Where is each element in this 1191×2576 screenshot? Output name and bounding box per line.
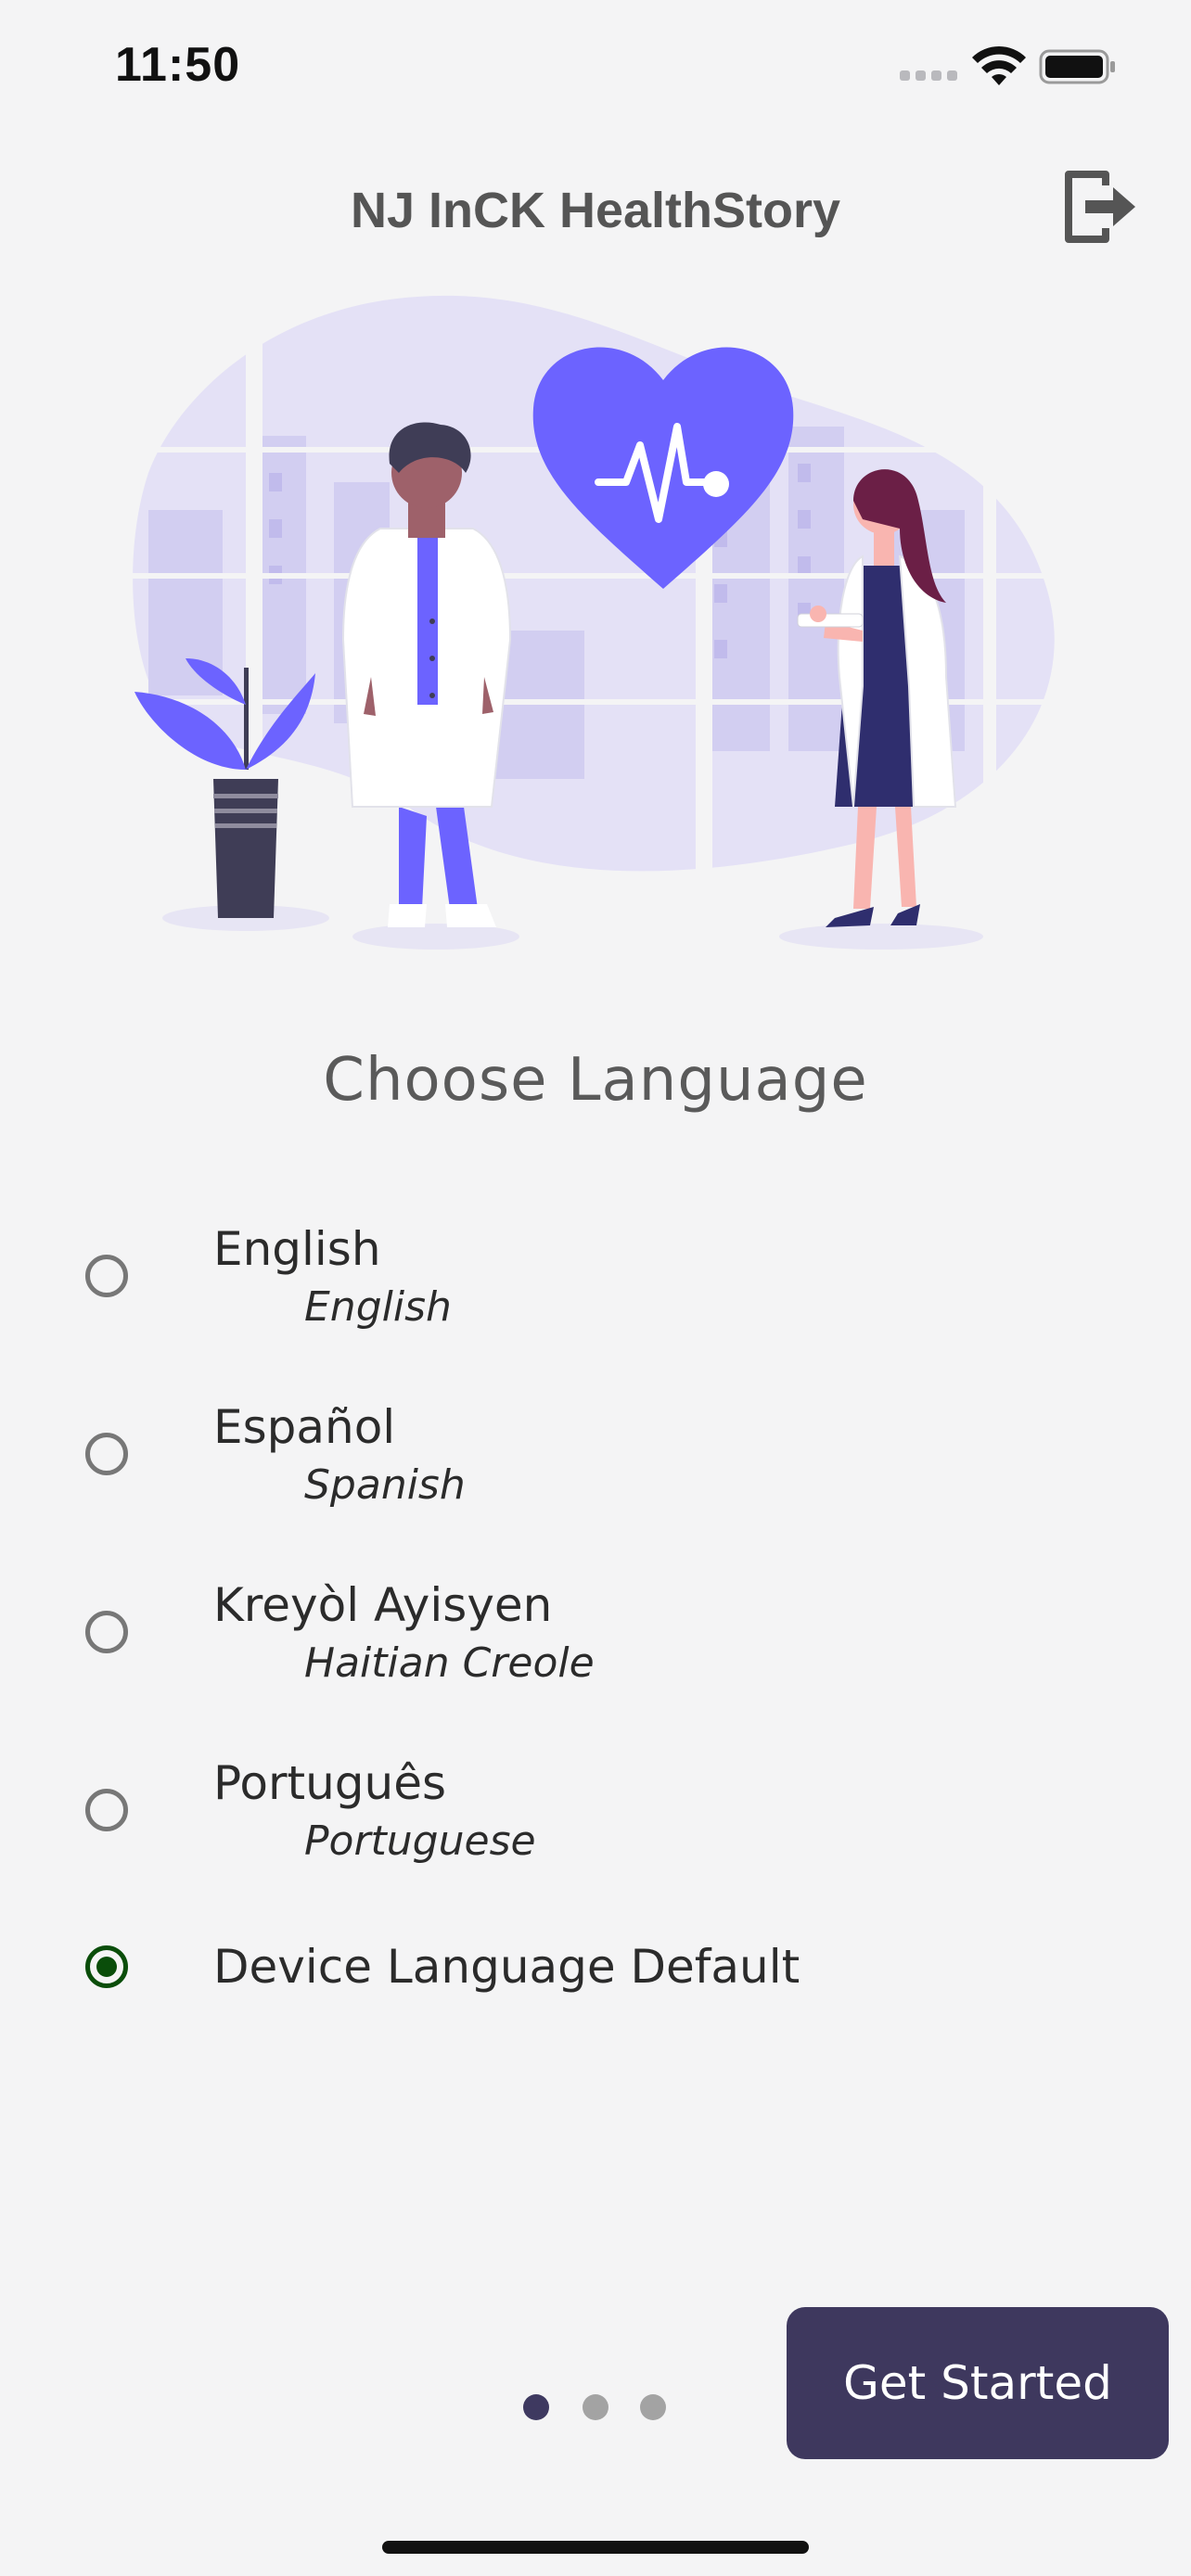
language-option-kreyol[interactable]: Kreyòl Ayisyen Haitian Creole bbox=[65, 1571, 1122, 1710]
language-name: English bbox=[213, 1222, 381, 1276]
app-title: NJ InCK HealthStory bbox=[350, 183, 841, 238]
home-indicator bbox=[382, 2541, 809, 2554]
pager-dot-active bbox=[523, 2394, 549, 2420]
language-option-portugues[interactable]: Português Portuguese bbox=[65, 1749, 1122, 1888]
language-option-english[interactable]: English English bbox=[65, 1215, 1122, 1354]
doctors-heart-illustration bbox=[121, 287, 1076, 955]
language-subtitle: Portuguese bbox=[304, 1817, 536, 1865]
logout-icon bbox=[1065, 171, 1135, 243]
language-subtitle: Haitian Creole bbox=[304, 1639, 595, 1687]
status-time: 11:50 bbox=[115, 38, 241, 92]
radio-button[interactable] bbox=[85, 1789, 128, 1831]
radio-button[interactable] bbox=[85, 1433, 128, 1475]
language-name: Português bbox=[213, 1756, 447, 1810]
wifi-icon bbox=[972, 45, 1026, 85]
language-name: Device Language Default bbox=[213, 1940, 800, 1994]
language-subtitle: Spanish bbox=[304, 1461, 466, 1509]
cellular-signal-icon bbox=[900, 70, 957, 81]
logout-button[interactable] bbox=[1063, 167, 1137, 247]
language-option-espanol[interactable]: Español Spanish bbox=[65, 1393, 1122, 1532]
choose-language-heading: Choose Language bbox=[323, 1046, 868, 1115]
battery-icon bbox=[1039, 49, 1115, 84]
language-subtitle: English bbox=[304, 1283, 452, 1331]
pager-dot bbox=[583, 2394, 608, 2420]
language-option-device-default[interactable]: Device Language Default bbox=[65, 1927, 1122, 2010]
language-name: Kreyòl Ayisyen bbox=[213, 1578, 553, 1632]
language-name: Español bbox=[213, 1400, 396, 1454]
get-started-button[interactable]: Get Started bbox=[787, 2307, 1169, 2459]
pager-dot bbox=[640, 2394, 666, 2420]
radio-button[interactable] bbox=[85, 1255, 128, 1297]
radio-button[interactable] bbox=[85, 1611, 128, 1653]
radio-button-selected[interactable] bbox=[85, 1945, 128, 1988]
